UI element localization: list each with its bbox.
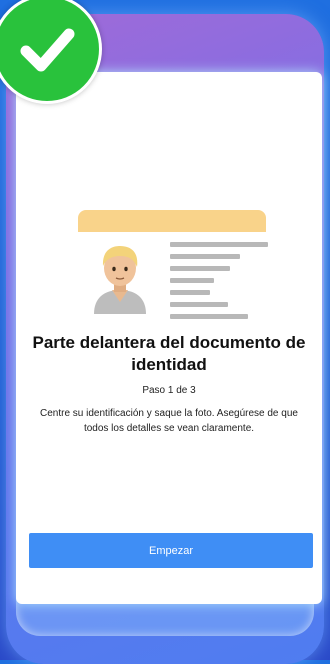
page-title: Parte delantera del documento de identid… bbox=[32, 333, 306, 374]
id-card-text-line bbox=[170, 254, 240, 259]
start-button[interactable]: Empezar bbox=[29, 533, 313, 568]
id-card-text-line bbox=[170, 242, 268, 247]
instruction-text: Centre su identificación y saque la foto… bbox=[40, 408, 298, 434]
person-avatar-icon bbox=[94, 246, 146, 314]
id-card-text-line bbox=[170, 290, 210, 295]
id-card-text-line bbox=[170, 266, 230, 271]
id-card-header-band bbox=[78, 210, 266, 232]
id-card-text-line bbox=[170, 314, 248, 319]
document-step-screen: Parte delantera del documento de identid… bbox=[16, 72, 322, 604]
id-card-text-line bbox=[170, 302, 228, 307]
id-card-illustration bbox=[78, 210, 268, 320]
id-card-text-line bbox=[170, 278, 214, 283]
step-indicator: Paso 1 de 3 bbox=[142, 385, 196, 396]
